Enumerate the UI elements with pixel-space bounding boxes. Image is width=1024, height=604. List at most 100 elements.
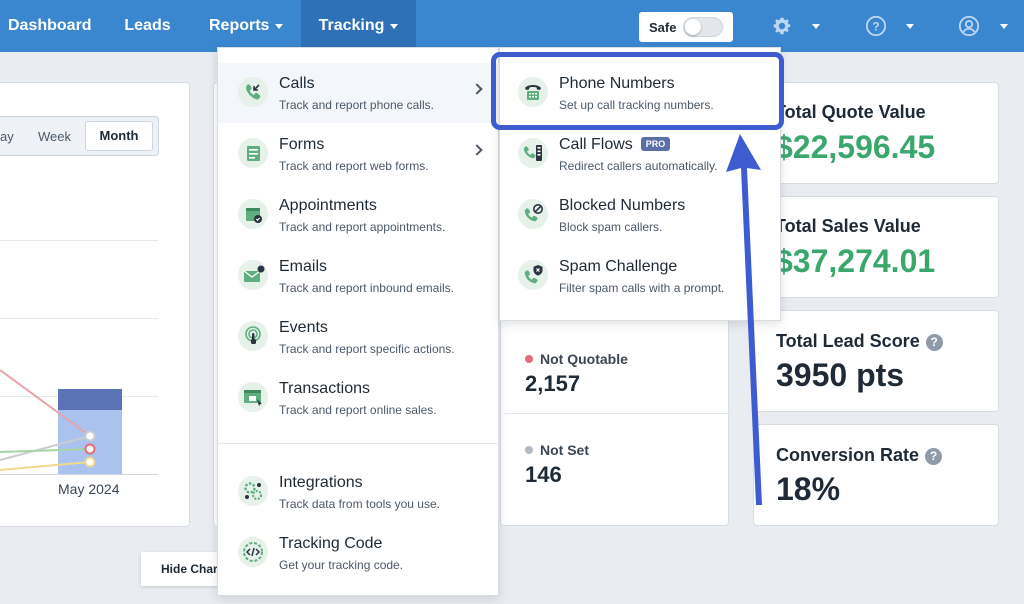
nav-dashboard-label: Dashboard — [8, 17, 92, 34]
stat-value: 18% — [776, 471, 841, 507]
menu-item-desc: Track and report inbound emails. — [279, 281, 454, 295]
stat-title-row: Conversion Rate? — [776, 445, 943, 466]
help-icon[interactable]: ? — [925, 448, 943, 465]
call-flow-icon — [518, 138, 548, 168]
status-dot — [525, 446, 533, 454]
chart-graphic — [0, 369, 122, 474]
menu-item-title: Appointments — [279, 197, 377, 214]
stat-card-lead-score: Total Lead Score? 3950 pts — [753, 310, 999, 412]
chevron-down-icon[interactable] — [812, 24, 820, 29]
status-dot — [525, 355, 533, 363]
hide-chart-button[interactable]: Hide Char — [141, 552, 221, 586]
stat-card-quote: Total Quote Value $22,596.45 — [753, 82, 999, 184]
menu-item-tracking-code[interactable]: Tracking Code Get your tracking code. — [218, 523, 499, 583]
menu-item-desc: Track and report specific actions. — [279, 342, 455, 356]
data-point[interactable] — [84, 456, 96, 468]
toggle-switch[interactable] — [683, 17, 723, 37]
nav-tracking[interactable]: Tracking — [301, 0, 416, 52]
menu-item-events[interactable]: Events Track and report specific actions… — [218, 307, 499, 367]
email-icon — [238, 260, 268, 290]
status-label: Not Set — [540, 442, 589, 458]
nav-reports[interactable]: Reports — [209, 0, 284, 52]
safe-toggle-label: Safe — [649, 19, 677, 35]
chevron-down-icon[interactable] — [1000, 24, 1008, 29]
code-icon — [238, 537, 268, 567]
stat-title-row: Total Lead Score? — [776, 331, 943, 352]
menu-item-desc: Track and report online sales. — [279, 403, 437, 417]
x-axis-label: May 2024 — [58, 481, 120, 497]
menu-item-desc: Track and report appointments. — [279, 220, 446, 234]
annotation-arrow — [726, 134, 762, 505]
menu-item-integrations[interactable]: Integrations Track data from tools you u… — [218, 462, 499, 522]
status-not-set: Not Set — [525, 442, 589, 458]
chevron-down-icon[interactable] — [906, 24, 914, 29]
period-day[interactable]: ay — [0, 129, 14, 144]
divider — [505, 413, 729, 414]
chevron-down-icon — [275, 23, 284, 29]
menu-item-desc: Track and report web forms. — [279, 159, 429, 173]
menu-item-calls[interactable]: Calls Track and report phone calls. — [218, 63, 499, 123]
submenu-item-title: Blocked Numbers — [559, 197, 686, 214]
nav-leads-label: Leads — [124, 17, 171, 34]
user-circle-icon[interactable] — [958, 15, 980, 42]
chevron-right-icon — [471, 83, 483, 95]
menu-item-desc: Track and report phone calls. — [279, 98, 434, 112]
menu-item-appointments[interactable]: Appointments Track and report appointmen… — [218, 185, 499, 245]
status-panel: Not Quotable 2,157 Not Set 146 — [500, 300, 729, 526]
stat-value: $37,274.01 — [775, 243, 936, 279]
period-week[interactable]: Week — [38, 129, 71, 144]
stat-value: 3950 pts — [776, 357, 905, 393]
phone-blocked-icon — [518, 199, 548, 229]
grid-line — [0, 240, 158, 241]
period-month[interactable]: Month — [85, 121, 153, 151]
stat-card-conversion: Conversion Rate? 18% — [753, 424, 999, 526]
menu-item-transactions[interactable]: Transactions Track and report online sal… — [218, 368, 499, 428]
submenu-item-title-row: Call Flows PRO — [559, 136, 671, 154]
tracking-dropdown: Calls Track and report phone calls. Form… — [217, 47, 499, 596]
menu-item-emails[interactable]: Emails Track and report inbound emails. — [218, 246, 499, 306]
stat-title: Conversion Rate — [776, 445, 920, 465]
nav-leads[interactable]: Leads — [106, 0, 189, 52]
phone-incoming-icon — [238, 77, 268, 107]
submenu-item-desc: Block spam callers. — [559, 220, 663, 234]
menu-item-desc: Track data from tools you use. — [279, 497, 440, 511]
stat-value: $22,596.45 — [775, 129, 936, 165]
menu-item-title: Emails — [279, 258, 328, 275]
menu-item-forms[interactable]: Forms Track and report web forms. — [218, 124, 499, 184]
stat-title: Total Sales Value — [775, 216, 921, 236]
bar-segment-top — [58, 389, 122, 410]
nav-tracking-label: Tracking — [318, 17, 385, 34]
status-label: Not Quotable — [540, 351, 628, 367]
status-value: 146 — [525, 462, 562, 487]
status-value: 2,157 — [525, 371, 581, 396]
menu-item-title: Transactions — [279, 380, 370, 397]
menu-item-title: Forms — [279, 136, 325, 153]
calendar-check-icon — [238, 199, 268, 229]
menu-item-desc: Get your tracking code. — [279, 558, 404, 572]
touch-icon — [238, 321, 268, 351]
stat-title: Total Lead Score — [776, 331, 920, 351]
submenu-item-title: Call Flows — [559, 136, 633, 153]
submenu-item-desc: Filter spam calls with a prompt. — [559, 281, 725, 295]
top-nav: Dashboard Leads Reports Tracking Safe ? — [0, 0, 1024, 52]
help-icon[interactable]: ? — [925, 334, 943, 351]
menu-item-title: Events — [279, 319, 328, 336]
stat-card-sales: Total Sales Value $37,274.01 — [753, 196, 999, 298]
data-point[interactable] — [84, 443, 96, 455]
chevron-right-icon — [471, 144, 483, 156]
pro-badge: PRO — [640, 137, 671, 151]
submenu-item-title: Spam Challenge — [559, 258, 678, 275]
nav-dashboard[interactable]: Dashboard — [8, 0, 92, 52]
chevron-down-icon — [390, 23, 399, 29]
period-selector: ay Week Month — [0, 116, 159, 156]
shopping-cart-icon — [238, 382, 268, 412]
stat-title: Total Quote Value — [775, 102, 926, 122]
gear-icon[interactable] — [771, 15, 793, 42]
nav-reports-label: Reports — [209, 17, 270, 34]
menu-divider — [218, 443, 499, 444]
status-not-quotable: Not Quotable — [525, 351, 628, 367]
highlight-box — [491, 52, 784, 130]
question-circle-icon[interactable]: ? — [865, 15, 887, 42]
data-point[interactable] — [84, 430, 96, 442]
safe-toggle[interactable]: Safe — [639, 12, 733, 42]
